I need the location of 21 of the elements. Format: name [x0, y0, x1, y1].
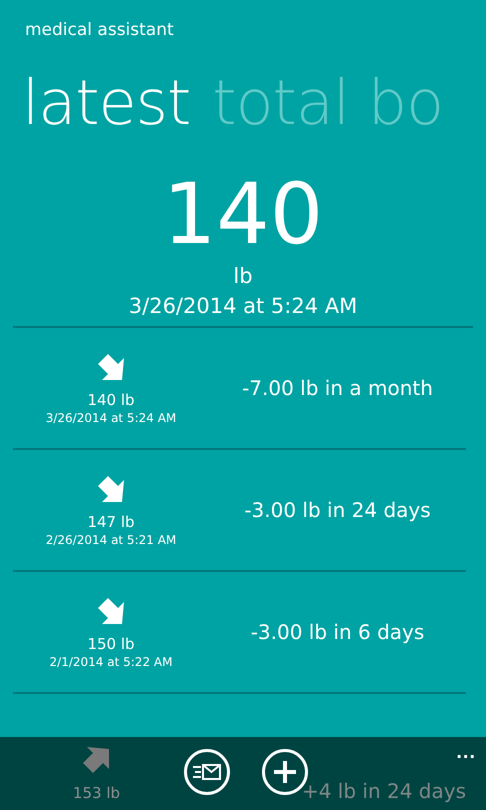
latest-weight: 140 [162, 166, 324, 262]
weight-change: -7.00 lb in a month [241, 376, 434, 400]
entry-timestamp: 3/26/2014 at 5:24 AM [46, 410, 176, 426]
weight-change: +4 lb in 24 days [302, 779, 466, 803]
app-title: medical assistant [24, 19, 175, 42]
weight-change: -3.00 lb in 24 days [243, 498, 432, 522]
send-mail-button[interactable] [184, 749, 230, 795]
entry-weight: 150 lb [87, 634, 135, 654]
entry-timestamp: 2/1/2014 at 5:22 AM [50, 654, 172, 670]
entry-weight: 153 lb [72, 783, 120, 803]
entry-weight: 140 lb [87, 390, 135, 410]
pivot-tab[interactable]: latest [22, 66, 190, 146]
more-button[interactable]: ... [456, 741, 476, 764]
entry-weight: 147 lb [87, 512, 135, 532]
add-icon [272, 759, 298, 785]
entry-timestamp: 2/26/2014 at 5:21 AM [46, 532, 176, 548]
latest-timestamp: 3/26/2014 at 5:24 AM [128, 293, 358, 320]
send-mail-icon [192, 762, 222, 782]
pivot-tab[interactable]: total bo [212, 66, 444, 146]
weight-unit: lb [233, 263, 253, 290]
weight-change: -3.00 lb in 6 days [250, 620, 426, 644]
